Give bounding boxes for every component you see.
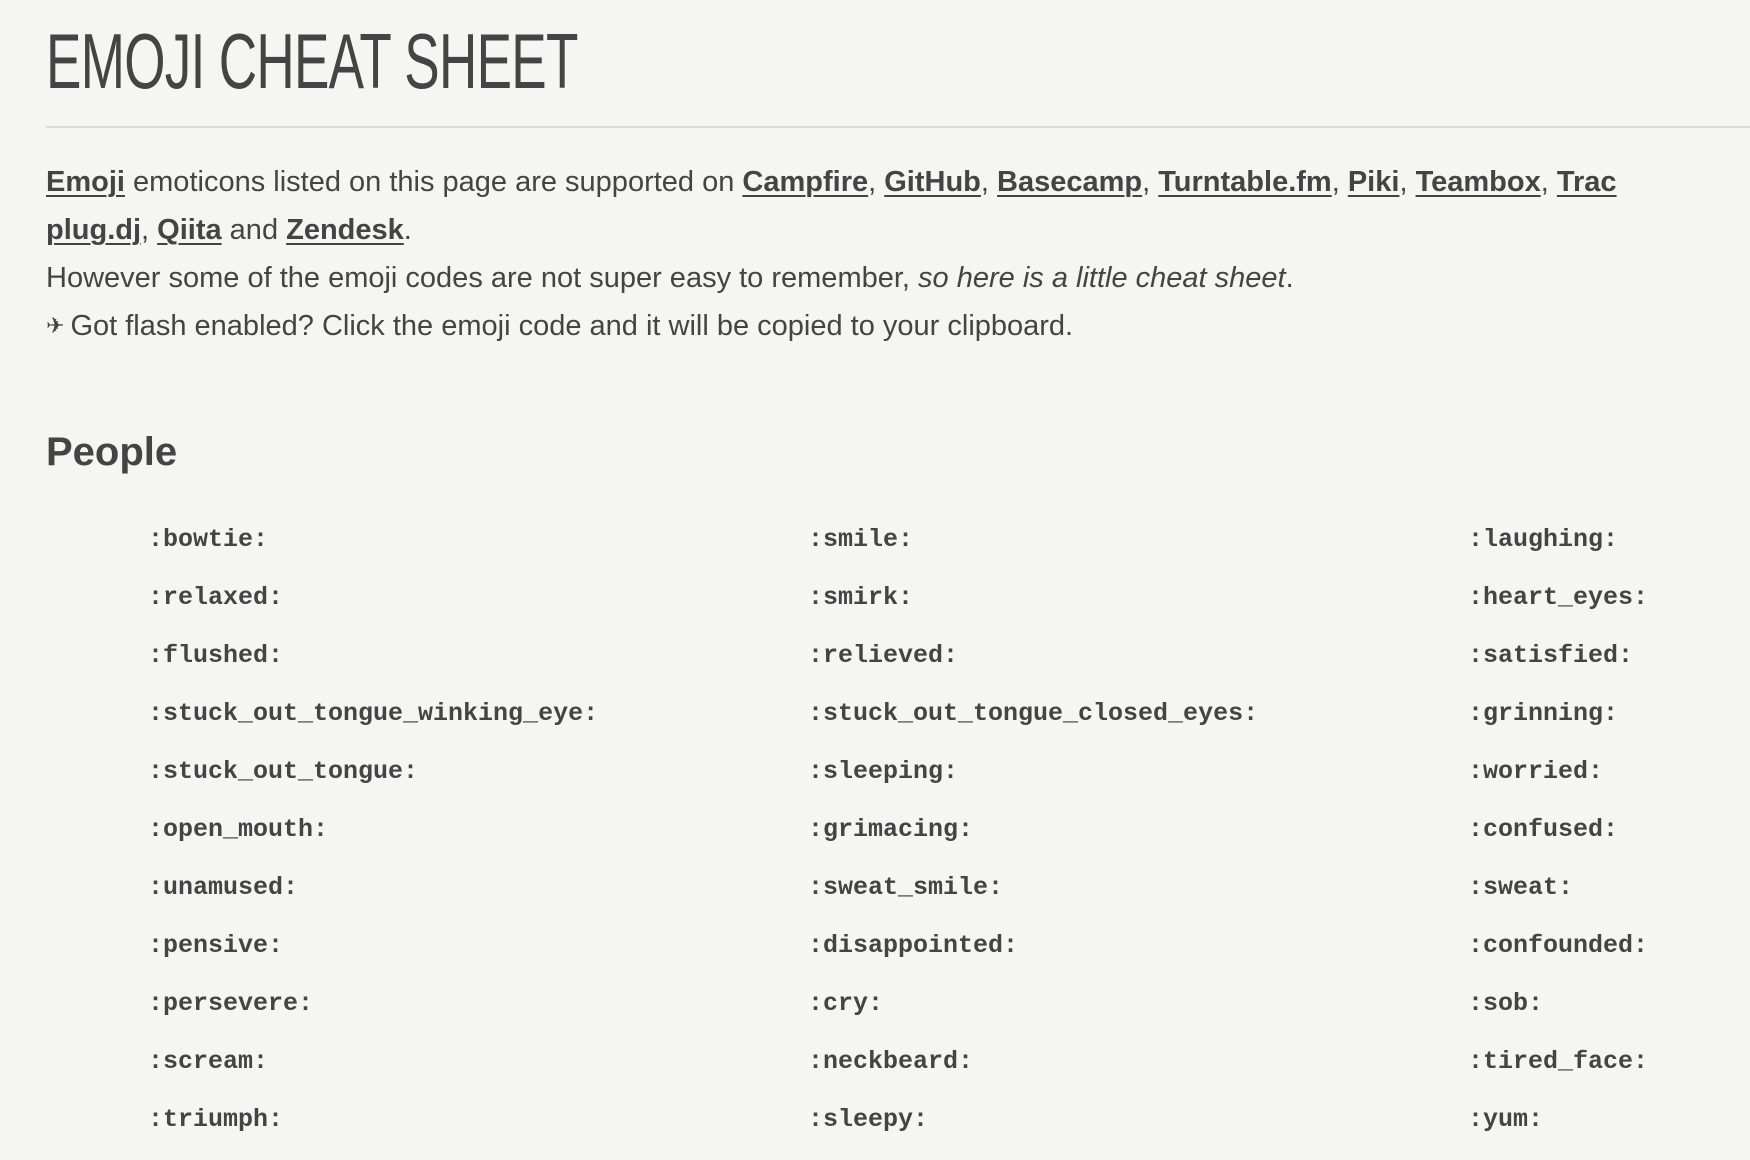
- emoji-code[interactable]: :grimacing:: [808, 812, 1468, 870]
- emoji-code[interactable]: :bowtie:: [148, 522, 808, 580]
- service-link-plugdj[interactable]: plug.dj: [46, 214, 141, 246]
- intro-text: However some of the emoji codes are not …: [46, 262, 919, 294]
- service-link-campfire[interactable]: Campfire: [742, 166, 868, 198]
- intro-line-cheat-sheet: However some of the emoji codes are not …: [46, 254, 1750, 302]
- intro-line-services-continued: plug.dj, Qiita and Zendesk.: [46, 214, 412, 246]
- intro-line-supported: Emoji emoticons listed on this page are …: [46, 166, 1617, 198]
- intro-and: and: [221, 214, 287, 246]
- page-title: EMOJI CHEAT SHEET: [46, 17, 578, 105]
- emoji-code[interactable]: :stuck_out_tongue_winking_eye:: [148, 696, 808, 754]
- emoji-code[interactable]: :cry:: [808, 986, 1468, 1044]
- service-link-qiita[interactable]: Qiita: [157, 214, 221, 246]
- emoji-code[interactable]: :confounded:: [1468, 928, 1750, 986]
- intro-line-flash: ✈ Got flash enabled? Click the emoji code…: [46, 302, 1750, 352]
- emoji-code[interactable]: :relieved:: [808, 638, 1468, 696]
- emoji-code[interactable]: :laughing:: [1468, 522, 1750, 580]
- emoji-code[interactable]: :smirk:: [808, 580, 1468, 638]
- intro-period: .: [403, 214, 412, 246]
- emoji-code-grid: :bowtie::smile::laughing::relaxed::smirk…: [148, 522, 1750, 1160]
- service-link-github[interactable]: GitHub: [884, 166, 981, 198]
- emoji-code[interactable]: :yum:: [1468, 1102, 1750, 1160]
- emoji-code[interactable]: :disappointed:: [808, 928, 1468, 986]
- emoji-code[interactable]: :smile:: [808, 522, 1468, 580]
- intro-emphasis: so here is a little cheat sheet: [918, 262, 1286, 294]
- service-link-teambox[interactable]: Teambox: [1416, 166, 1541, 198]
- section-title-people: People: [46, 430, 178, 474]
- emoji-code[interactable]: :sleeping:: [808, 754, 1468, 812]
- emoji-code[interactable]: :sweat:: [1468, 870, 1750, 928]
- emoji-code[interactable]: :flushed:: [148, 638, 808, 696]
- emoji-code[interactable]: :stuck_out_tongue:: [148, 754, 808, 812]
- emoji-code[interactable]: :sleepy:: [808, 1102, 1468, 1160]
- intro-text: emoticons listed on this page are suppor…: [124, 166, 743, 198]
- emoji-code[interactable]: :scream:: [148, 1044, 808, 1102]
- emoji-link[interactable]: Emoji: [46, 166, 125, 198]
- service-link-zendesk[interactable]: Zendesk: [286, 214, 404, 246]
- service-link-trac[interactable]: Trac: [1557, 166, 1617, 198]
- intro: Emoji emoticons listed on this page are …: [46, 158, 1750, 352]
- emoji-code[interactable]: :open_mouth:: [148, 812, 808, 870]
- emoji-code[interactable]: :neckbeard:: [808, 1044, 1468, 1102]
- emoji-code[interactable]: :pensive:: [148, 928, 808, 986]
- service-link-basecamp[interactable]: Basecamp: [997, 166, 1142, 198]
- intro-period: .: [1285, 262, 1294, 294]
- service-link-piki[interactable]: Piki: [1348, 166, 1400, 198]
- service-link-turntable[interactable]: Turntable.fm: [1158, 166, 1331, 198]
- header-divider: [46, 126, 1750, 128]
- emoji-code[interactable]: :stuck_out_tongue_closed_eyes:: [808, 696, 1468, 754]
- emoji-code[interactable]: :triumph:: [148, 1102, 808, 1160]
- emoji-code[interactable]: :satisfied:: [1468, 638, 1750, 696]
- emoji-code[interactable]: :grinning:: [1468, 696, 1750, 754]
- emoji-code[interactable]: :sob:: [1468, 986, 1750, 1044]
- emoji-code[interactable]: :sweat_smile:: [808, 870, 1468, 928]
- emoji-code[interactable]: :worried:: [1468, 754, 1750, 812]
- airplane-icon: ✈: [46, 313, 65, 338]
- emoji-code[interactable]: :relaxed:: [148, 580, 808, 638]
- emoji-code[interactable]: :heart_eyes:: [1468, 580, 1750, 638]
- emoji-code[interactable]: :unamused:: [148, 870, 808, 928]
- emoji-code[interactable]: :tired_face:: [1468, 1044, 1750, 1102]
- flash-hint-text: Got flash enabled? Click the emoji code …: [70, 310, 1074, 342]
- emoji-code[interactable]: :persevere:: [148, 986, 808, 1044]
- emoji-code[interactable]: :confused:: [1468, 812, 1750, 870]
